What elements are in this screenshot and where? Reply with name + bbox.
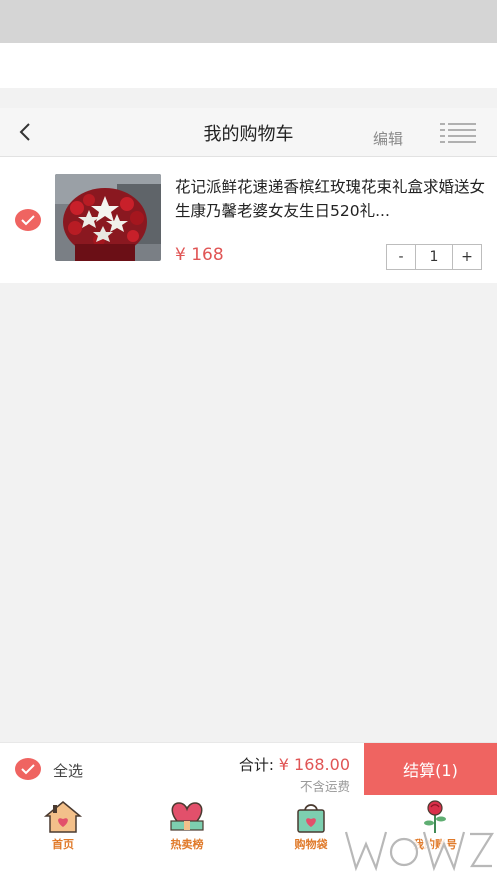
edit-button[interactable]: 编辑: [373, 128, 403, 149]
tab-hot[interactable]: 热卖榜: [142, 799, 232, 855]
increment-button[interactable]: +: [453, 245, 481, 269]
menu-icon[interactable]: [440, 123, 476, 143]
total-label: 合计:: [238, 756, 274, 774]
cart-item[interactable]: 花记派鲜花速递香槟红玫瑰花束礼盒求婚送女生康乃馨老婆女友生日520礼... ¥ …: [0, 157, 497, 283]
checkout-bar: 全选 合计: ¥ 168.00 不含运费 结算(1): [0, 742, 497, 795]
heart-gift-icon: [165, 799, 209, 835]
nav-bar: 我的购物车 编辑: [0, 108, 497, 157]
item-checkbox[interactable]: [15, 209, 41, 231]
top-strip: [0, 43, 497, 88]
tab-home[interactable]: 首页: [18, 799, 108, 855]
shopping-bag-icon: [291, 799, 331, 835]
cart-screen: 我的购物车 编辑 花记派鲜花速递香槟红玫瑰花束礼盒求婚送女生康乃馨老婆女友生日5…: [0, 0, 497, 883]
product-price: ¥ 168: [175, 245, 224, 265]
tab-label: 首页: [52, 838, 74, 851]
status-bar: [0, 0, 497, 43]
shipping-note: 不含运费: [299, 779, 350, 794]
select-all-label[interactable]: 全选: [53, 760, 83, 781]
tab-label: 热卖榜: [170, 838, 204, 851]
home-icon: [43, 799, 83, 835]
checkout-button[interactable]: 结算(1): [364, 743, 497, 795]
product-image[interactable]: [55, 174, 161, 261]
decrement-button[interactable]: -: [387, 245, 415, 269]
page-title: 我的购物车: [203, 124, 294, 145]
total-line: 合计: ¥ 168.00: [239, 754, 350, 775]
tab-label: 购物袋: [294, 838, 328, 851]
total-amount: ¥ 168.00: [278, 755, 350, 774]
product-title[interactable]: 花记派鲜花速递香槟红玫瑰花束礼盒求婚送女生康乃馨老婆女友生日520礼...: [175, 175, 485, 223]
quantity-value[interactable]: 1: [415, 245, 453, 269]
watermark-logo: [340, 818, 497, 880]
select-all-checkbox[interactable]: [15, 758, 41, 780]
quantity-stepper: - 1 +: [386, 244, 482, 270]
